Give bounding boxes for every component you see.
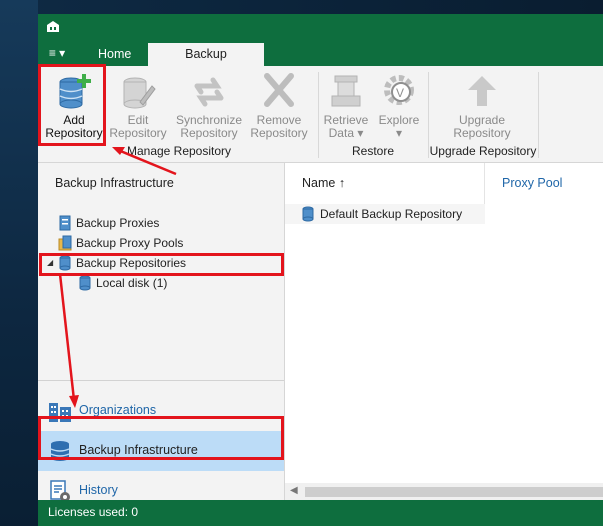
explore-button[interactable]: V Explore ▾ [368,70,430,140]
tab-backup-repository[interactable]: Backup Repository [148,43,264,84]
desktop-background [0,0,38,526]
edit-repository-button[interactable]: Edit Repository [106,70,170,140]
tree-label: Backup Proxy Pools [76,236,184,250]
column-header-proxy-pool[interactable]: Proxy Pool [502,176,562,190]
horizontal-scrollbar[interactable]: ◀ [285,483,603,500]
nav-button-label: History [79,483,118,497]
proxy-pool-icon [58,235,72,251]
licenses-used: Licenses used: 0 [48,505,139,519]
tree-label: Local disk (1) [96,276,168,290]
ribbon-tabs: ≡ ▾ Home Backup Repository [38,40,603,84]
app-logo-icon [47,21,59,32]
backup-proxy-icon [59,215,71,231]
tree-label: Backup Proxies [76,216,160,230]
column-divider [484,163,485,205]
highlight-backup-repositories [39,253,284,276]
nav-title: Backup Infrastructure [55,176,174,190]
edit-repository-icon [123,77,156,109]
highlight-add-repository [38,64,106,146]
nav-button-label: Organizations [79,403,157,417]
synchronize-icon [194,77,224,107]
tab-home[interactable]: Home [84,43,145,66]
scroll-left-icon[interactable]: ◀ [290,485,298,496]
upgrade-repository-button[interactable]: Upgrade Repository [446,70,518,140]
remove-repository-button[interactable]: Remove Repository [247,70,311,140]
title-bar [38,14,603,40]
status-bar: Licenses used: 0 [38,500,603,526]
repository-name: Default Backup Repository [320,207,463,221]
synchronize-label-2: Repository [180,126,238,140]
svg-text:V: V [396,86,404,100]
table-row[interactable]: Default Backup Repository [285,204,485,224]
column-header-name[interactable]: Name ↑ [302,176,345,190]
nav-divider [38,380,284,381]
main-menu-button[interactable]: ≡ ▾ [44,43,70,63]
edit-repository-label-2: Repository [109,126,167,140]
upgrade-icon [468,76,496,106]
app-window: ≡ ▾ Home Backup Repository Add Repositor… [38,14,603,526]
repository-list: Name ↑ Proxy Pool Default Backup Reposit… [285,163,603,500]
scrollbar-thumb[interactable] [305,487,603,497]
group-upgrade-repository: Upgrade Repository [429,144,537,158]
ribbon-separator [538,72,539,158]
upgrade-label-2: Repository [453,126,511,140]
repository-icon [302,206,314,222]
remove-label-2: Repository [250,126,308,140]
local-disk-icon [79,275,91,291]
explore-icon: V [384,75,414,105]
retrieve-data-icon [331,75,361,107]
highlight-backup-infrastructure [38,416,284,460]
explore-label-2: ▾ [395,126,403,140]
ribbon-toolbar: Add Repository Edit Repository Synchroni… [38,66,603,163]
group-manage-repository: Manage Repository [126,144,232,158]
synchronize-repository-button[interactable]: Synchronize Repository [175,70,243,140]
remove-icon [264,73,294,107]
group-restore: Restore [351,144,395,158]
